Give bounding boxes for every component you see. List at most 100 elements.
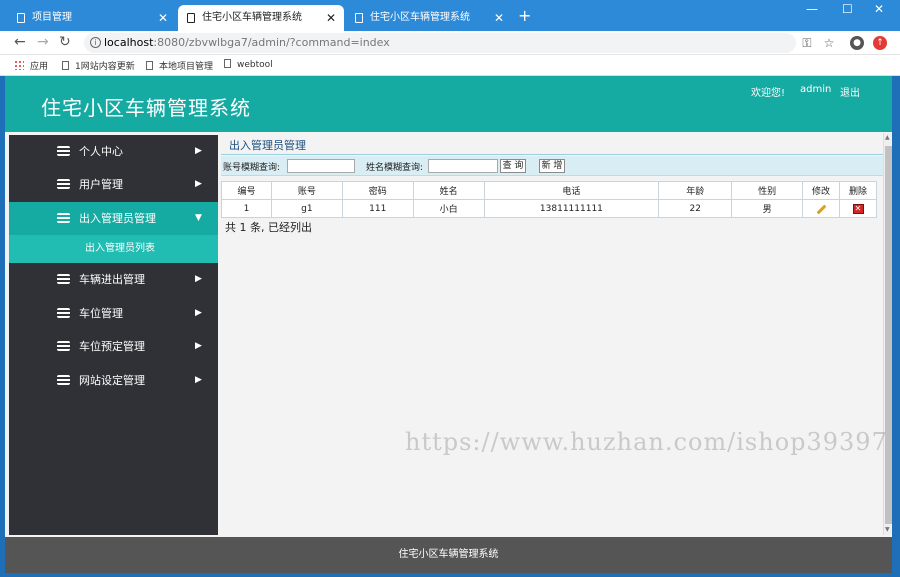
account-search-input[interactable] bbox=[287, 159, 355, 173]
footer-text: 住宅小区车辆管理系统 bbox=[398, 549, 499, 560]
name-search-input[interactable] bbox=[428, 159, 498, 173]
cell-gender: 男 bbox=[731, 199, 804, 218]
account-search-label: 账号模糊查询: bbox=[223, 163, 281, 173]
stack-icon bbox=[57, 274, 70, 284]
sidebar-item-label: 车位预定管理 bbox=[79, 340, 145, 353]
panel-title: 出入管理员管理 bbox=[221, 135, 883, 155]
document-icon bbox=[187, 13, 195, 23]
scroll-up-icon[interactable]: ▲ bbox=[885, 134, 890, 141]
scrollbar[interactable]: ▲ ▼ bbox=[883, 133, 892, 535]
close-tab-icon[interactable]: ✕ bbox=[326, 5, 336, 31]
sidebar-item-user-management[interactable]: 用户管理 ▶ bbox=[9, 168, 218, 201]
watermark: https://www.huzhan.com/ishop39397 bbox=[405, 428, 888, 456]
bookmark-label: 本地项目管理 bbox=[159, 62, 214, 72]
column-header: 修改 bbox=[802, 181, 840, 200]
delete-cell: ✕ bbox=[839, 199, 877, 218]
pencil-icon[interactable] bbox=[816, 204, 826, 214]
url-input[interactable]: i localhost:8080/zbvwlbga7/admin/?comman… bbox=[84, 33, 796, 53]
stack-icon bbox=[57, 179, 70, 189]
main-content: 出入管理员管理 账号模糊查询: 姓名模糊查询: 查 询 新 增 编号 账号 密码… bbox=[218, 133, 883, 535]
scroll-down-icon[interactable]: ▼ bbox=[885, 526, 890, 533]
url-path: :8080/zbvwlbga7/admin/?command=index bbox=[153, 36, 390, 49]
document-icon bbox=[224, 59, 231, 68]
cell-age: 22 bbox=[658, 199, 733, 218]
chevron-right-icon: ▶ bbox=[195, 146, 202, 156]
document-icon bbox=[355, 13, 363, 23]
scrollbar-thumb[interactable] bbox=[885, 146, 892, 524]
sidebar-item-label: 车辆进出管理 bbox=[79, 273, 145, 286]
add-button[interactable]: 新 增 bbox=[539, 159, 565, 173]
close-tab-icon[interactable]: ✕ bbox=[158, 5, 168, 31]
browser-tab-2[interactable]: 住宅小区车辆管理系统 ✕ bbox=[178, 5, 344, 31]
browser-tab-title: 项目管理 bbox=[32, 12, 72, 23]
admin-table: 编号 账号 密码 姓名 电话 年龄 性别 修改 删除 1 g1 111 小白 1… bbox=[221, 181, 877, 218]
sidebar-item-label: 个人中心 bbox=[79, 145, 123, 158]
stack-icon bbox=[57, 341, 70, 351]
sidebar-item-gate-admin-management[interactable]: 出入管理员管理 ▼ bbox=[9, 202, 218, 235]
apps-grid-icon bbox=[14, 60, 24, 70]
column-header: 删除 bbox=[839, 181, 877, 200]
column-header: 姓名 bbox=[412, 181, 485, 200]
profile-icon[interactable]: ● bbox=[850, 36, 864, 50]
reload-icon[interactable]: ↻ bbox=[59, 34, 71, 50]
cell-id: 1 bbox=[221, 199, 272, 218]
sidebar-item-label: 出入管理员管理 bbox=[79, 212, 156, 225]
chevron-right-icon: ▶ bbox=[195, 375, 202, 385]
sidebar-item-vehicle-access[interactable]: 车辆进出管理 ▶ bbox=[9, 263, 218, 296]
column-header: 账号 bbox=[270, 181, 343, 200]
bookmark-3[interactable]: webtool bbox=[224, 59, 273, 70]
new-tab-button[interactable]: + bbox=[518, 6, 531, 25]
logout-link[interactable]: 退出 bbox=[840, 84, 860, 99]
info-icon[interactable]: i bbox=[90, 37, 101, 48]
column-header: 性别 bbox=[731, 181, 804, 200]
bookmarks-bar: 应用 1网站内容更新 本地项目管理 webtool bbox=[0, 55, 900, 76]
document-icon bbox=[146, 61, 153, 70]
cell-password: 111 bbox=[341, 199, 414, 218]
chevron-right-icon: ▶ bbox=[195, 308, 202, 318]
forward-icon[interactable]: → bbox=[37, 34, 49, 50]
stack-icon bbox=[57, 375, 70, 385]
back-icon[interactable]: ← bbox=[14, 34, 26, 50]
sidebar: 个人中心 ▶ 用户管理 ▶ 出入管理员管理 ▼ 出入管理员列表 车辆进出管理 ▶… bbox=[9, 135, 218, 535]
key-icon[interactable]: ⚿ bbox=[800, 36, 814, 50]
chevron-right-icon: ▶ bbox=[195, 341, 202, 351]
table-row: 1 g1 111 小白 13811111111 22 男 ✕ bbox=[221, 199, 877, 218]
column-header: 电话 bbox=[483, 181, 660, 200]
sidebar-item-label: 车位管理 bbox=[79, 307, 123, 320]
cell-name: 小白 bbox=[412, 199, 485, 218]
browser-tab-3[interactable]: 住宅小区车辆管理系统 ✕ bbox=[346, 5, 512, 31]
sidebar-item-parking-space[interactable]: 车位管理 ▶ bbox=[9, 297, 218, 330]
sidebar-item-parking-reservation[interactable]: 车位预定管理 ▶ bbox=[9, 330, 218, 363]
browser-tab-title: 住宅小区车辆管理系统 bbox=[370, 12, 470, 23]
edit-cell bbox=[802, 199, 840, 218]
record-summary: 共 1 条, 已经列出 bbox=[225, 221, 312, 234]
query-button[interactable]: 查 询 bbox=[500, 159, 526, 173]
site-title: 住宅小区车辆管理系统 bbox=[41, 96, 251, 120]
star-icon[interactable]: ☆ bbox=[822, 36, 836, 50]
app-footer: 住宅小区车辆管理系统 bbox=[5, 537, 892, 573]
close-tab-icon[interactable]: ✕ bbox=[494, 5, 504, 31]
url-host: localhost bbox=[104, 36, 154, 49]
update-icon[interactable]: ↑ bbox=[873, 36, 887, 50]
browser-tab-1[interactable]: 项目管理 ✕ bbox=[8, 5, 176, 31]
sidebar-item-site-settings[interactable]: 网站设定管理 ▶ bbox=[9, 364, 218, 397]
close-window-button[interactable]: ✕ bbox=[874, 2, 884, 16]
bookmark-label: 应用 bbox=[30, 62, 49, 72]
sidebar-subitem-gate-admin-list[interactable]: 出入管理员列表 bbox=[9, 235, 218, 263]
app-header: 住宅小区车辆管理系统 欢迎您! admin 退出 bbox=[5, 76, 892, 132]
bookmark-1[interactable]: 1网站内容更新 bbox=[62, 59, 135, 72]
username-link[interactable]: admin bbox=[800, 84, 831, 95]
table-header-row: 编号 账号 密码 姓名 电话 年龄 性别 修改 删除 bbox=[221, 181, 877, 200]
sidebar-item-personal-center[interactable]: 个人中心 ▶ bbox=[9, 135, 218, 168]
cell-phone: 13811111111 bbox=[483, 199, 660, 218]
chevron-down-icon: ▼ bbox=[195, 213, 202, 223]
delete-icon[interactable]: ✕ bbox=[852, 203, 864, 214]
sidebar-item-label: 用户管理 bbox=[79, 178, 123, 191]
maximize-button[interactable]: ☐ bbox=[842, 2, 853, 16]
browser-tab-bar: 项目管理 ✕ 住宅小区车辆管理系统 ✕ 住宅小区车辆管理系统 ✕ + — ☐ ✕ bbox=[0, 0, 900, 31]
address-bar-row: ← → ↻ i localhost:8080/zbvwlbga7/admin/?… bbox=[0, 31, 900, 55]
minimize-button[interactable]: — bbox=[806, 2, 818, 16]
bookmark-label: webtool bbox=[237, 60, 273, 70]
bookmark-apps[interactable]: 应用 bbox=[14, 59, 48, 72]
bookmark-2[interactable]: 本地项目管理 bbox=[146, 59, 213, 72]
